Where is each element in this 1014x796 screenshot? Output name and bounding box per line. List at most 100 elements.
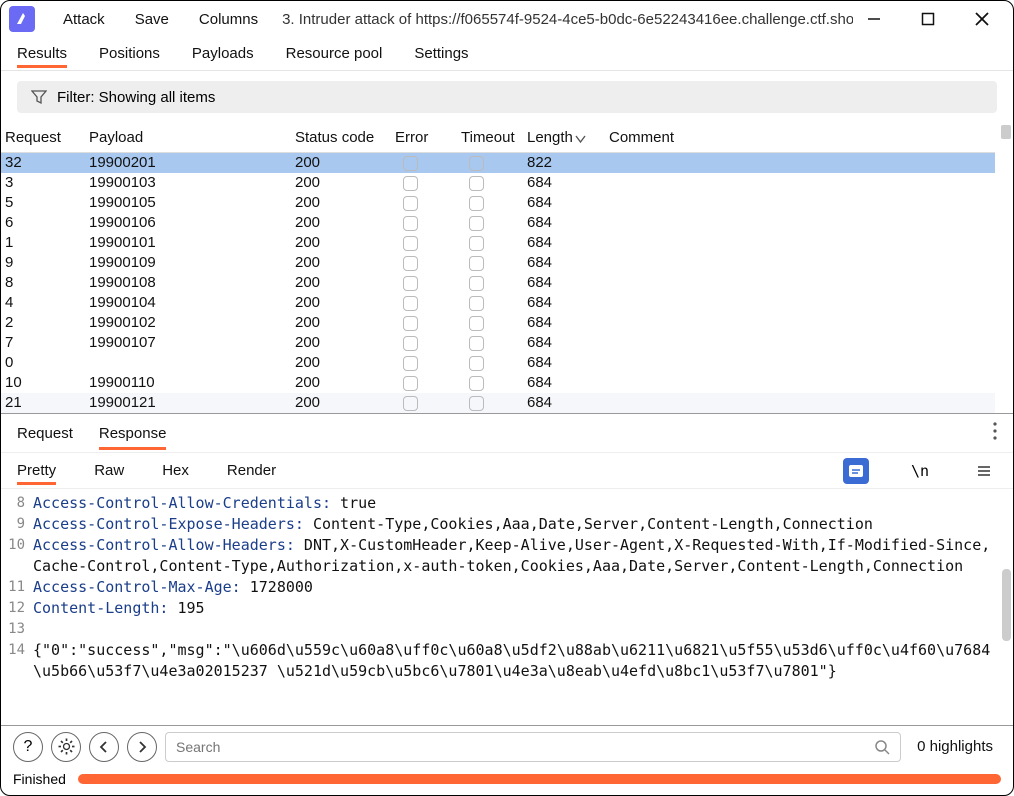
checkbox[interactable] — [469, 356, 484, 371]
table-row[interactable]: 119900101200684 — [1, 233, 995, 253]
col-timeout[interactable]: Timeout — [457, 123, 523, 153]
detail-tabs: Request Response — [1, 413, 1013, 453]
checkbox[interactable] — [469, 396, 484, 411]
checkbox[interactable] — [469, 376, 484, 391]
checkbox[interactable] — [403, 376, 418, 391]
results-table: Request Payload Status code Error Timeou… — [1, 123, 1013, 413]
checkbox[interactable] — [469, 156, 484, 171]
checkbox[interactable] — [469, 296, 484, 311]
table-row[interactable]: 2119900121200684 — [1, 393, 995, 413]
prev-button[interactable] — [89, 732, 119, 762]
checkbox[interactable] — [403, 156, 418, 171]
checkbox[interactable] — [469, 236, 484, 251]
tab-resource-pool[interactable]: Resource pool — [286, 39, 383, 68]
checkbox[interactable] — [403, 276, 418, 291]
maximize-button[interactable] — [913, 6, 943, 32]
newline-icon[interactable]: \n — [907, 458, 933, 484]
close-button[interactable] — [967, 6, 997, 32]
col-error[interactable]: Error — [391, 123, 457, 153]
app-icon — [9, 6, 35, 32]
col-payload[interactable]: Payload — [85, 123, 291, 153]
table-row[interactable]: 619900106200684 — [1, 213, 995, 233]
checkbox[interactable] — [469, 196, 484, 211]
next-button[interactable] — [127, 732, 157, 762]
code-line: 13 — [1, 619, 1013, 640]
checkbox[interactable] — [469, 216, 484, 231]
col-comment[interactable]: Comment — [605, 123, 995, 153]
checkbox[interactable] — [403, 216, 418, 231]
checkbox[interactable] — [403, 356, 418, 371]
view-tabs: Pretty Raw Hex Render \n — [1, 453, 1013, 489]
view-render[interactable]: Render — [227, 456, 276, 485]
tab-request[interactable]: Request — [17, 417, 73, 450]
progress-bar — [78, 774, 1001, 784]
minimize-button[interactable] — [859, 6, 889, 32]
table-row[interactable]: 219900102200684 — [1, 313, 995, 333]
settings-button[interactable] — [51, 732, 81, 762]
checkbox[interactable] — [469, 336, 484, 351]
tab-positions[interactable]: Positions — [99, 39, 160, 68]
response-body: 8Access-Control-Allow-Credentials: true9… — [1, 489, 1013, 725]
tab-response[interactable]: Response — [99, 417, 167, 450]
table-scrollbar[interactable] — [1001, 125, 1011, 139]
table-row[interactable]: 719900107200684 — [1, 333, 995, 353]
checkbox[interactable] — [403, 296, 418, 311]
table-row[interactable]: 3219900201200822 — [1, 153, 995, 173]
checkbox[interactable] — [403, 256, 418, 271]
table-row[interactable]: 819900108200684 — [1, 273, 995, 293]
checkbox[interactable] — [403, 316, 418, 331]
table-row[interactable]: 1019900110200684 — [1, 373, 995, 393]
table-row[interactable]: 0200684 — [1, 353, 995, 373]
checkbox[interactable] — [403, 396, 418, 411]
code-line: 14{"0":"success","msg":"\u606d\u559c\u60… — [1, 640, 1013, 682]
tab-results[interactable]: Results — [17, 39, 67, 68]
view-pretty[interactable]: Pretty — [17, 456, 56, 485]
main-tabs: Results Positions Payloads Resource pool… — [1, 37, 1013, 71]
help-button[interactable]: ? — [13, 732, 43, 762]
checkbox[interactable] — [469, 316, 484, 331]
col-length[interactable]: Length — [523, 123, 605, 153]
code-line: 8Access-Control-Allow-Credentials: true — [1, 493, 1013, 514]
highlights-count: 0 highlights — [909, 738, 1001, 755]
bottom-bar: ? 0 highlights — [1, 725, 1013, 767]
tab-payloads[interactable]: Payloads — [192, 39, 254, 68]
checkbox[interactable] — [403, 196, 418, 211]
sort-desc-icon — [575, 133, 586, 144]
view-raw[interactable]: Raw — [94, 456, 124, 485]
menu-save[interactable]: Save — [123, 11, 181, 28]
code-line: 12Content-Length: 195 — [1, 598, 1013, 619]
filter-bar[interactable]: Filter: Showing all items — [17, 81, 997, 113]
code-line: 10Access-Control-Allow-Headers: DNT,X-Cu… — [1, 535, 1013, 577]
window-title: 3. Intruder attack of https://f065574f-9… — [282, 11, 853, 28]
checkbox[interactable] — [469, 176, 484, 191]
status-bar: Finished — [1, 767, 1013, 791]
message-editor-icon[interactable] — [843, 458, 869, 484]
gear-icon — [58, 738, 75, 755]
col-request[interactable]: Request — [1, 123, 85, 153]
checkbox[interactable] — [403, 336, 418, 351]
code-line: 11Access-Control-Max-Age: 1728000 — [1, 577, 1013, 598]
title-bar: Attack Save Columns 3. Intruder attack o… — [1, 1, 1013, 37]
view-hex[interactable]: Hex — [162, 456, 189, 485]
code-line: 9Access-Control-Expose-Headers: Content-… — [1, 514, 1013, 535]
tab-settings[interactable]: Settings — [414, 39, 468, 68]
table-row[interactable]: 919900109200684 — [1, 253, 995, 273]
status-text: Finished — [13, 771, 66, 787]
more-options-icon[interactable] — [993, 422, 997, 444]
hamburger-icon[interactable] — [971, 458, 997, 484]
filter-label: Filter: Showing all items — [57, 89, 215, 106]
checkbox[interactable] — [403, 236, 418, 251]
col-status[interactable]: Status code — [291, 123, 391, 153]
search-icon — [874, 739, 890, 755]
table-row[interactable]: 519900105200684 — [1, 193, 995, 213]
menu-attack[interactable]: Attack — [51, 11, 117, 28]
menu-columns[interactable]: Columns — [187, 11, 270, 28]
search-box[interactable] — [165, 732, 901, 762]
search-input[interactable] — [176, 739, 874, 755]
checkbox[interactable] — [403, 176, 418, 191]
checkbox[interactable] — [469, 256, 484, 271]
response-scrollbar[interactable] — [1002, 569, 1011, 641]
checkbox[interactable] — [469, 276, 484, 291]
table-row[interactable]: 419900104200684 — [1, 293, 995, 313]
table-row[interactable]: 319900103200684 — [1, 173, 995, 193]
